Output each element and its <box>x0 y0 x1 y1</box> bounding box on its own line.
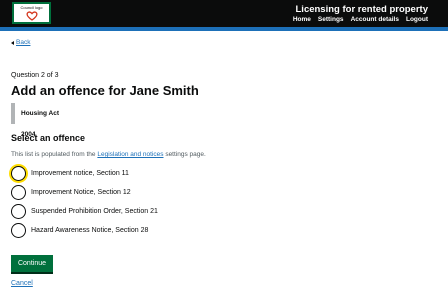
hint-suffix: settings page. <box>165 151 206 158</box>
question-caption: Question 2 of 3 <box>11 72 59 79</box>
radio-option[interactable]: Improvement notice, Section 11 <box>11 164 158 183</box>
council-logo[interactable]: Council logo <box>12 2 51 24</box>
radio-button[interactable] <box>11 223 26 238</box>
offence-radios: Improvement notice, Section 11 Improveme… <box>11 164 158 240</box>
hint-prefix: This list is populated from the <box>11 151 96 158</box>
logo-text: Council logo <box>20 5 43 10</box>
header-nav: Home Settings Account details Logout <box>293 16 428 23</box>
inset-text: Housing Act 2004 <box>11 103 75 138</box>
nav-home[interactable]: Home <box>293 16 311 23</box>
heart-icon <box>25 11 38 21</box>
radio-option[interactable]: Hazard Awareness Notice, Section 28 <box>11 221 158 240</box>
fieldset-legend: Select an offence <box>11 133 86 143</box>
nav-logout[interactable]: Logout <box>406 16 428 23</box>
site-header: Council logo Licensing for rented proper… <box>0 0 448 27</box>
back-link[interactable]: Back <box>11 39 30 46</box>
nav-settings[interactable]: Settings <box>318 16 344 23</box>
radio-label[interactable]: Hazard Awareness Notice, Section 28 <box>31 227 148 234</box>
radio-button[interactable] <box>11 185 26 200</box>
page-title: Add an offence for Jane Smith <box>11 83 199 98</box>
back-link-label: Back <box>16 39 31 46</box>
legislation-notices-link[interactable]: Legislation and notices <box>97 151 163 158</box>
radio-label[interactable]: Improvement notice, Section 11 <box>31 170 129 177</box>
chevron-left-icon <box>11 40 14 45</box>
radio-option[interactable]: Improvement Notice, Section 12 <box>11 183 158 202</box>
nav-account-details[interactable]: Account details <box>351 16 399 23</box>
cancel-link[interactable]: Cancel <box>11 280 33 287</box>
continue-button[interactable]: Continue <box>11 255 53 272</box>
radio-label[interactable]: Improvement Notice, Section 12 <box>31 189 131 196</box>
radio-button[interactable] <box>11 166 26 181</box>
service-name[interactable]: Licensing for rented property <box>296 4 429 15</box>
hint-text: This list is populated from the Legislat… <box>11 151 206 158</box>
header-accent-bar <box>0 27 448 31</box>
radio-option[interactable]: Suspended Prohibition Order, Section 21 <box>11 202 158 221</box>
radio-button[interactable] <box>11 204 26 219</box>
radio-label[interactable]: Suspended Prohibition Order, Section 21 <box>31 208 158 215</box>
